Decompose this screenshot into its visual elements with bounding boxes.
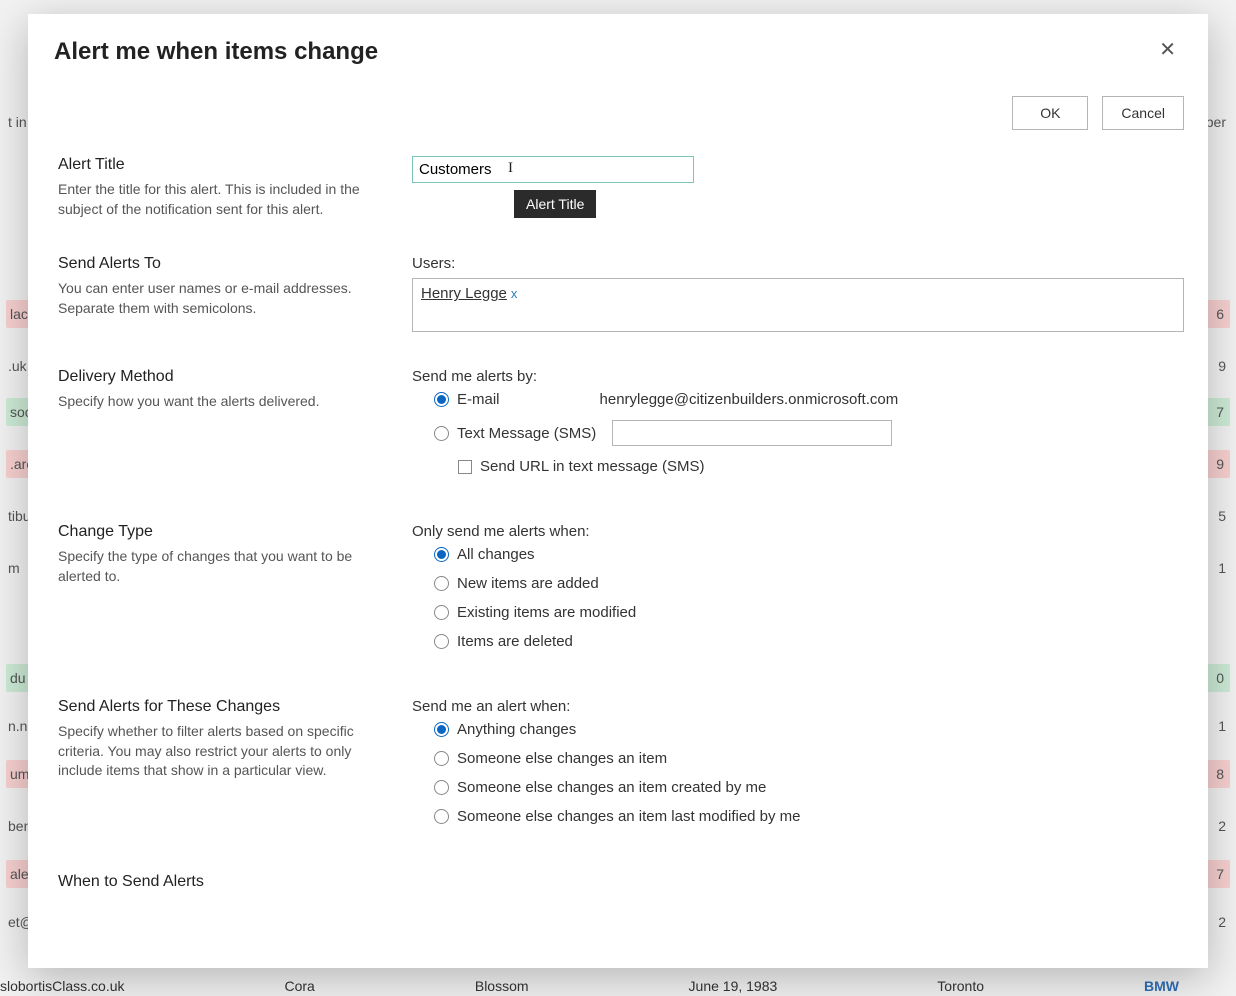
change-type-radio-deleted[interactable] bbox=[434, 634, 449, 649]
close-icon[interactable]: ✕ bbox=[1153, 38, 1182, 62]
dialog-title: Alert me when items change bbox=[54, 38, 1153, 66]
alert-when-opt: Anything changes bbox=[457, 721, 576, 738]
alert-when-opt: Someone else changes an item created by … bbox=[457, 779, 766, 796]
dialog-body[interactable]: OK Cancel Alert Title Enter the title fo… bbox=[28, 72, 1208, 968]
cancel-button[interactable]: Cancel bbox=[1102, 96, 1184, 130]
alert-title-heading: Alert Title bbox=[58, 156, 388, 174]
ok-button[interactable]: OK bbox=[1012, 96, 1088, 130]
user-chip[interactable]: Henry Legge bbox=[421, 285, 507, 302]
dialog-header: Alert me when items change ✕ bbox=[28, 24, 1208, 66]
users-label: Users: bbox=[412, 255, 1184, 272]
bg-cell: Cora bbox=[285, 978, 315, 994]
dialog-button-row: OK Cancel bbox=[58, 96, 1184, 130]
delivery-sms-radio[interactable] bbox=[434, 426, 449, 441]
change-type-heading: Change Type bbox=[58, 523, 388, 541]
bg-cell: Toronto bbox=[937, 978, 984, 994]
sms-url-checkbox[interactable] bbox=[458, 460, 472, 474]
when-to-send-heading: When to Send Alerts bbox=[58, 873, 388, 891]
change-type-desc: Specify the type of changes that you wan… bbox=[58, 547, 388, 586]
alert-when-label: Send me an alert when: bbox=[412, 698, 1184, 715]
send-to-desc: You can enter user names or e-mail addre… bbox=[58, 279, 388, 318]
delivery-desc: Specify how you want the alerts delivere… bbox=[58, 392, 388, 412]
delivery-heading: Delivery Method bbox=[58, 368, 388, 386]
delivery-email-radio[interactable] bbox=[434, 392, 449, 407]
send-to-heading: Send Alerts To bbox=[58, 255, 388, 273]
change-type-opt: Items are deleted bbox=[457, 633, 573, 650]
bg-cell: Blossom bbox=[475, 978, 529, 994]
users-people-picker[interactable]: Henry Legge x bbox=[412, 278, 1184, 332]
bg-cell: June 19, 1983 bbox=[689, 978, 778, 994]
alert-when-opt: Someone else changes an item bbox=[457, 750, 667, 767]
alert-title-input[interactable] bbox=[412, 156, 694, 183]
alert-dialog: Alert me when items change ✕ OK Cancel A… bbox=[28, 14, 1208, 968]
change-type-opt: New items are added bbox=[457, 575, 599, 592]
delivery-label: Send me alerts by: bbox=[412, 368, 1184, 385]
user-chip-remove-icon[interactable]: x bbox=[511, 286, 518, 301]
bg-cell: slobortisClass.co.uk bbox=[0, 978, 125, 994]
bg-cell-link: BMW bbox=[1144, 978, 1179, 994]
change-type-radio-modified[interactable] bbox=[434, 605, 449, 620]
alert-when-desc: Specify whether to filter alerts based o… bbox=[58, 722, 388, 781]
alert-when-radio-else[interactable] bbox=[434, 751, 449, 766]
change-type-opt: All changes bbox=[457, 546, 535, 563]
alert-when-opt: Someone else changes an item last modifi… bbox=[457, 808, 801, 825]
sms-url-label: Send URL in text message (SMS) bbox=[480, 458, 705, 475]
delivery-sms-input[interactable] bbox=[612, 420, 892, 446]
alert-title-tooltip: Alert Title bbox=[514, 190, 596, 218]
delivery-sms-label: Text Message (SMS) bbox=[457, 425, 596, 442]
alert-when-radio-modified-by-me[interactable] bbox=[434, 809, 449, 824]
alert-when-radio-any[interactable] bbox=[434, 722, 449, 737]
alert-title-desc: Enter the title for this alert. This is … bbox=[58, 180, 388, 219]
alert-when-heading: Send Alerts for These Changes bbox=[58, 698, 388, 716]
alert-when-radio-created-by-me[interactable] bbox=[434, 780, 449, 795]
delivery-email-address: henrylegge@citizenbuilders.onmicrosoft.c… bbox=[600, 391, 899, 408]
change-type-label: Only send me alerts when: bbox=[412, 523, 1184, 540]
change-type-radio-all[interactable] bbox=[434, 547, 449, 562]
background-bottom-row: slobortisClass.co.uk Cora Blossom June 1… bbox=[0, 976, 1236, 996]
change-type-opt: Existing items are modified bbox=[457, 604, 636, 621]
delivery-email-label: E-mail bbox=[457, 391, 500, 408]
change-type-radio-new[interactable] bbox=[434, 576, 449, 591]
